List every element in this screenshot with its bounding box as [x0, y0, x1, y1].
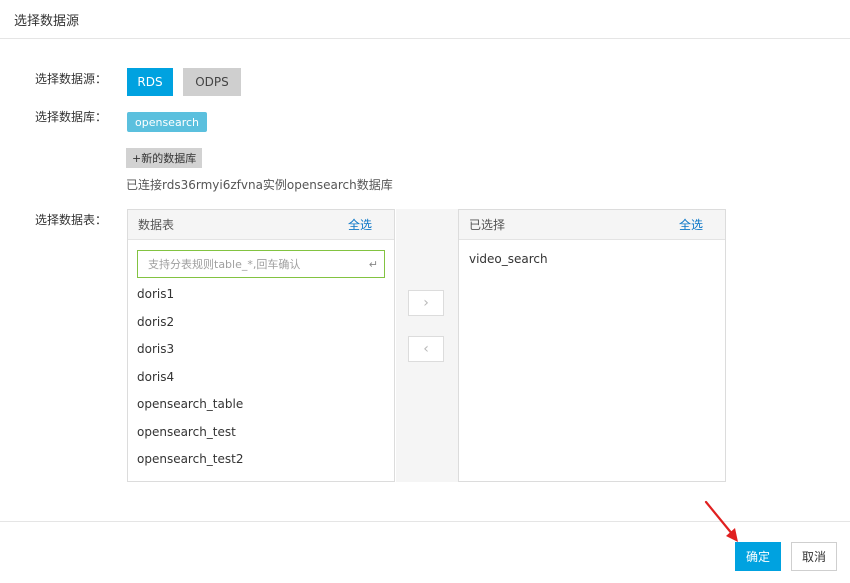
selected-tables-list: video_search	[469, 252, 548, 276]
table-label: 选择数据表：	[35, 213, 108, 227]
table-search-box: ↵	[137, 250, 385, 278]
available-tables-panel: 数据表 全选 ↵ doris1 doris2 doris3 doris4 ope…	[127, 209, 395, 482]
enter-icon: ↵	[368, 257, 378, 271]
selected-tables-header: 已选择 全选	[459, 210, 725, 240]
selected-tables-panel: 已选择 全选 video_search	[458, 209, 726, 482]
cancel-button[interactable]: 取消	[791, 542, 837, 571]
connection-status: 已连接rds36rmyi6zfvna实例opensearch数据库	[126, 178, 393, 192]
new-database-button[interactable]: +新的数据库	[126, 148, 203, 168]
table-item[interactable]: doris1	[137, 286, 244, 314]
chevron-right-icon: ›	[423, 295, 429, 311]
select-all-available-link[interactable]: 全选	[348, 216, 372, 233]
table-item[interactable]: doris2	[137, 314, 244, 342]
table-item[interactable]: opensearch_test2	[137, 451, 244, 479]
red-arrow-annotation-icon	[704, 500, 738, 542]
move-right-button[interactable]: ›	[408, 290, 444, 316]
move-left-button[interactable]: ‹	[408, 336, 444, 362]
rds-source-button[interactable]: RDS	[127, 68, 173, 96]
available-tables-header: 数据表 全选	[128, 210, 394, 240]
header-divider	[0, 38, 850, 39]
transfer-controls: › ‹	[396, 209, 458, 482]
table-search-input[interactable]	[146, 256, 369, 272]
table-item[interactable]: opensearch_test	[137, 424, 244, 452]
database-tag-opensearch[interactable]: opensearch	[127, 112, 207, 132]
selected-tables-title: 已选择	[469, 218, 506, 232]
table-item[interactable]: doris4	[137, 369, 244, 397]
source-label: 选择数据源：	[35, 72, 108, 86]
chevron-left-icon: ‹	[423, 341, 429, 357]
odps-source-button[interactable]: ODPS	[183, 68, 241, 96]
select-all-selected-link[interactable]: 全选	[679, 216, 703, 233]
dialog-title: 选择数据源	[14, 14, 80, 29]
database-label: 选择数据库：	[35, 110, 108, 124]
table-item[interactable]: doris3	[137, 341, 244, 369]
selected-table-item[interactable]: video_search	[469, 252, 548, 276]
available-tables-list: doris1 doris2 doris3 doris4 opensearch_t…	[137, 286, 244, 479]
table-item[interactable]: opensearch_table	[137, 396, 244, 424]
confirm-button[interactable]: 确定	[735, 542, 781, 571]
available-tables-title: 数据表	[138, 218, 175, 232]
